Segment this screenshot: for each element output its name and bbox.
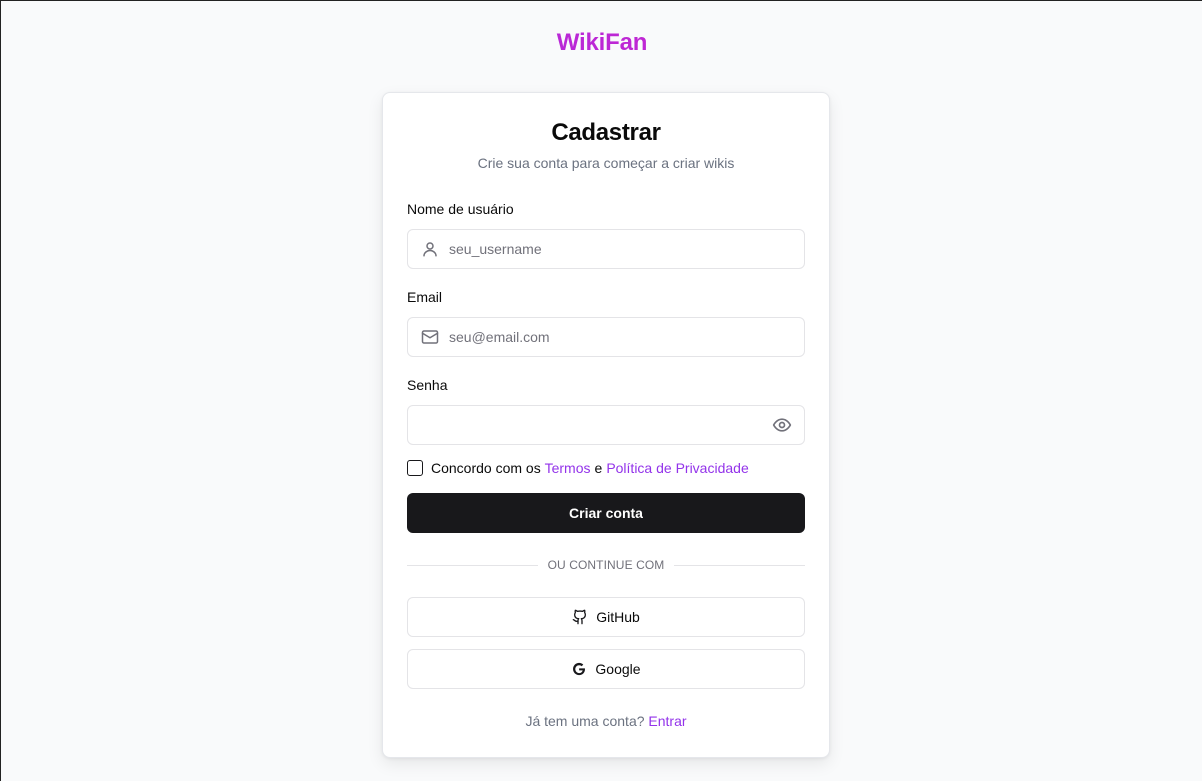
email-input[interactable] bbox=[449, 318, 804, 356]
email-field[interactable] bbox=[407, 317, 805, 357]
page-subtitle: Crie sua conta para começar a criar wiki… bbox=[477, 155, 735, 171]
github-icon bbox=[572, 609, 588, 625]
terms-prefix: Concordo com os bbox=[431, 460, 541, 476]
github-label: GitHub bbox=[596, 609, 640, 625]
password-label: Senha bbox=[407, 377, 448, 393]
divider-line-right bbox=[674, 564, 805, 566]
terms-row: Concordo com os Termos e Política de Priva… bbox=[407, 460, 749, 476]
eye-icon[interactable] bbox=[771, 414, 793, 436]
create-account-button[interactable]: Criar conta bbox=[407, 493, 805, 533]
brand-logo[interactable]: WikiFan bbox=[1, 29, 1202, 57]
mail-icon bbox=[420, 327, 440, 347]
username-input[interactable] bbox=[449, 230, 804, 268]
username-label: Nome de usuário bbox=[407, 201, 514, 217]
terms-joiner: e bbox=[594, 460, 603, 476]
user-icon bbox=[420, 239, 440, 259]
email-label: Email bbox=[407, 289, 443, 305]
github-login-button[interactable]: GitHub bbox=[407, 597, 805, 637]
oauth-divider: OU CONTINUE COM bbox=[407, 557, 805, 573]
divider-label: OU CONTINUE COM bbox=[547, 558, 665, 572]
login-link[interactable]: Entrar bbox=[648, 713, 686, 729]
google-login-button[interactable]: Google bbox=[407, 649, 805, 689]
privacy-policy-link[interactable]: Política de Privacidade bbox=[606, 460, 748, 476]
login-prompt: Já tem uma conta? Entrar bbox=[383, 713, 829, 729]
terms-link[interactable]: Termos bbox=[545, 460, 591, 476]
username-field[interactable] bbox=[407, 229, 805, 269]
google-icon bbox=[571, 661, 587, 677]
terms-checkbox[interactable] bbox=[407, 460, 423, 476]
divider-line-left bbox=[407, 564, 538, 566]
page-title: Cadastrar bbox=[551, 119, 661, 146]
google-label: Google bbox=[595, 661, 641, 677]
password-input[interactable] bbox=[420, 406, 771, 444]
signup-card: Cadastrar Crie sua conta para começar a … bbox=[382, 92, 830, 758]
password-field[interactable] bbox=[407, 405, 805, 445]
login-prompt-text: Já tem uma conta? bbox=[525, 713, 645, 729]
